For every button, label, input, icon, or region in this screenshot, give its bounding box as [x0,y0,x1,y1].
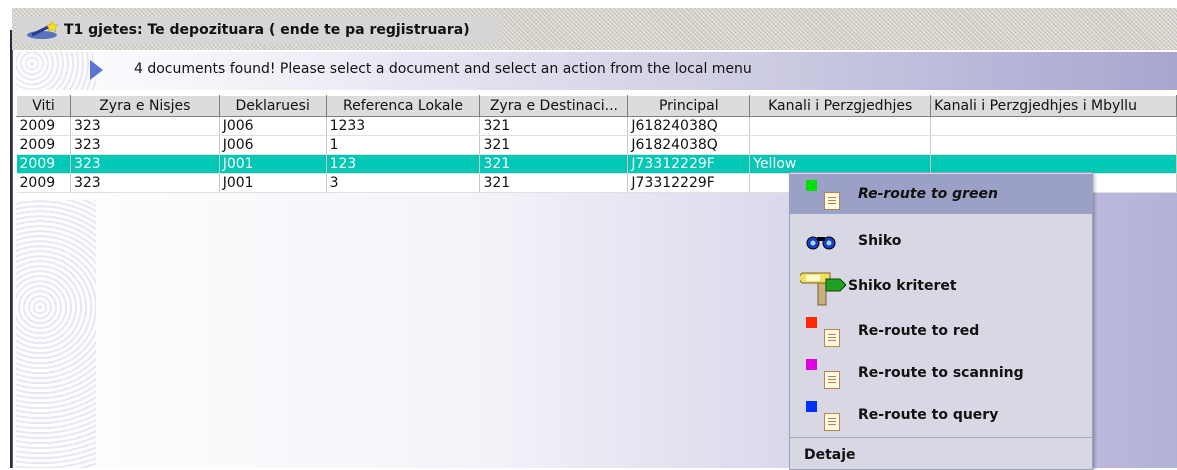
column-header-deklaruesi[interactable]: Deklaruesi [218,95,327,117]
menu-item-label: Re-route to scanning [858,365,1024,381]
menu-item-label: Re-route to green [858,186,999,202]
cell-zyra-e-destinacionit[interactable]: 321 [479,135,629,155]
column-header-viti[interactable]: Viti [16,95,71,117]
cell-zyra-e-nisjes[interactable]: 323 [70,154,220,174]
menu-separator [790,437,1092,438]
column-header-principal[interactable]: Principal [627,95,751,117]
cell-zyra-e-destinacionit[interactable]: 321 [479,116,629,136]
cell-referenca-lokale[interactable]: 123 [326,154,481,174]
table-row-selected[interactable]: 2009 323 J001 123 321 J73312229F Yellow [16,154,1177,174]
cell-deklaruesi[interactable]: J006 [219,135,327,155]
cell-kanali[interactable]: Yellow [749,154,932,174]
window-title: T1 gjetes: Te depozituara ( ende te pa r… [64,22,470,38]
cell-principal[interactable]: J73312229F [627,173,751,193]
binoculars-icon [804,229,838,257]
cell-viti[interactable]: 2009 [16,173,71,193]
menu-item-detaje[interactable]: Detaje [790,443,1092,467]
column-header-zyra-e-nisjes[interactable]: Zyra e Nisjes [69,95,220,117]
menu-item-label: Shiko [858,233,902,249]
menu-item-reroute-red[interactable]: Re-route to red [790,311,1092,351]
table-header-row: Viti Zyra e Nisjes Deklaruesi Referenca … [16,95,1177,117]
cell-kanali[interactable] [749,116,932,136]
cell-viti[interactable]: 2009 [16,154,71,174]
title-box: T1 gjetes: Te depozituara ( ende te pa r… [16,16,500,44]
cell-principal[interactable]: J61824038Q [627,116,751,136]
column-header-referenca-lokale[interactable]: Referenca Lokale [325,95,481,117]
red-square-document-icon [804,317,840,347]
menu-item-reroute-green[interactable]: Re-route to green [790,174,1092,214]
arrow-right-icon [90,60,103,80]
status-message: 4 documents found! Please select a docum… [134,61,752,77]
cell-referenca-lokale[interactable]: 3 [326,173,481,193]
cell-kanali-mbyllur[interactable] [930,135,1177,155]
cell-deklaruesi[interactable]: J006 [219,116,327,136]
column-header-zyra-e-destinacionit[interactable]: Zyra e Destinaci... [479,95,629,117]
menu-item-label: Detaje [804,447,856,463]
cell-deklaruesi[interactable]: J001 [219,173,327,193]
cell-zyra-e-destinacionit[interactable]: 321 [479,173,629,193]
menu-item-label: Shiko kriteret [848,278,957,294]
menu-item-label: Re-route to red [858,323,980,339]
cell-zyra-e-nisjes[interactable]: 323 [70,173,220,193]
blue-square-document-icon [804,401,840,431]
top-border [0,0,1177,4]
table-row[interactable]: 2009 323 J006 1233 321 J61824038Q [16,116,1177,136]
cell-zyra-e-nisjes[interactable]: 323 [70,116,220,136]
context-menu: Re-route to green Shiko Shiko kriteret R… [789,172,1093,470]
cell-referenca-lokale[interactable]: 1 [326,135,481,155]
cell-zyra-e-nisjes[interactable]: 323 [70,135,220,155]
cell-principal[interactable]: J61824038Q [627,135,751,155]
cell-viti[interactable]: 2009 [16,116,71,136]
menu-item-reroute-query[interactable]: Re-route to query [790,395,1092,435]
menu-item-shiko-kriteret[interactable]: Shiko kriteret [790,265,1092,307]
column-header-kanali-i-perzgjedhjes-i-mbyllur[interactable]: Kanali i Perzgjedhjes i Mbyllu [930,95,1177,117]
cell-kanali-mbyllur[interactable] [930,154,1177,174]
column-header-kanali-i-perzgjedhjes[interactable]: Kanali i Perzgjedhjes [749,95,932,117]
background-pattern [16,200,96,468]
cell-principal[interactable]: J73312229F [627,154,751,174]
table-row[interactable]: 2009 323 J006 1 321 J61824038Q [16,135,1177,155]
signpost-icon [797,265,847,311]
menu-item-label: Re-route to query [858,407,999,423]
magic-wand-icon [22,18,62,42]
application-frame: T1 gjetes: Te depozituara ( ende te pa r… [0,0,1177,470]
cell-kanali-mbyllur[interactable] [930,116,1177,136]
menu-item-reroute-scanning[interactable]: Re-route to scanning [790,353,1092,393]
cell-referenca-lokale[interactable]: 1233 [326,116,481,136]
message-bar-pattern [16,52,96,90]
cell-kanali[interactable] [749,135,932,155]
cell-deklaruesi[interactable]: J001 [219,154,327,174]
cell-viti[interactable]: 2009 [16,135,71,155]
cell-zyra-e-destinacionit[interactable]: 321 [479,154,629,174]
menu-item-shiko[interactable]: Shiko [790,221,1092,261]
magenta-square-document-icon [804,359,840,389]
green-square-document-icon [804,180,840,210]
